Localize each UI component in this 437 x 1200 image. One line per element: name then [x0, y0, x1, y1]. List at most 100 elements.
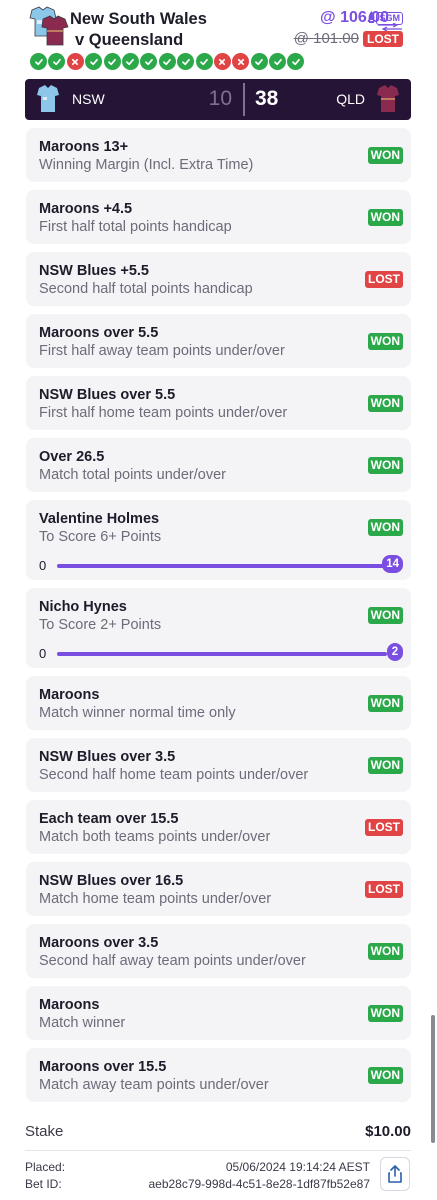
- progress-track: [57, 652, 387, 656]
- bet-leg-card[interactable]: NSW Blues over 16.5 Match home team point…: [26, 862, 411, 916]
- original-odds: @ 101.00: [293, 30, 359, 47]
- leg-progress: 0 14: [39, 546, 403, 582]
- progress-min: 0: [39, 646, 47, 661]
- leg-result-badge: LOST: [365, 819, 403, 836]
- nsw-jersey-icon: [37, 85, 59, 112]
- progress-value: 2: [387, 643, 403, 661]
- placed-label: Placed:: [25, 1160, 66, 1174]
- bet-id-label: Bet ID:: [25, 1177, 62, 1191]
- match-title-line2: v Queensland: [75, 31, 184, 49]
- bet-leg-card[interactable]: Over 26.5 Match total points under/over WO…: [26, 438, 411, 492]
- match-title: New South Wales v Queensland: [70, 9, 207, 51]
- leg-market: First half away team points under/over: [39, 343, 285, 359]
- leg-result-badge: LOST: [365, 271, 403, 288]
- leg-selection: NSW Blues +5.5: [39, 263, 149, 279]
- leg-won-icon: [103, 53, 121, 70]
- bet-leg-card[interactable]: Maroons Match winner normal time only WON: [26, 676, 411, 730]
- leg-selection: NSW Blues over 5.5: [39, 387, 176, 403]
- scrollbar-thumb[interactable]: [431, 1015, 435, 1143]
- leg-market: First half home team points under/over: [39, 405, 288, 421]
- leg-market: Match away team points under/over: [39, 1077, 269, 1093]
- bet-leg-card[interactable]: NSW Blues over 3.5 Second half home team …: [26, 738, 411, 792]
- progress-value: 14: [382, 555, 403, 573]
- leg-selection: Maroons over 3.5: [39, 935, 159, 951]
- match-title-line1: New South Wales: [70, 10, 207, 28]
- leg-won-icon: [250, 53, 268, 70]
- home-team-label: NSW: [72, 91, 105, 107]
- footer-divider: [25, 1150, 411, 1151]
- bet-leg-card[interactable]: Maroons Match winner WON: [26, 986, 411, 1040]
- leg-result-badge: WON: [367, 147, 403, 164]
- leg-lost-icon: [232, 53, 250, 70]
- team-jerseys: [26, 6, 69, 46]
- bet-leg-card[interactable]: NSW Blues over 5.5 First half home team p…: [26, 376, 411, 430]
- qld-jersey-icon: [41, 15, 69, 46]
- swap-arrows-icon: [378, 23, 402, 31]
- leg-selection: Maroons: [39, 687, 100, 703]
- leg-selection: NSW Blues over 16.5: [39, 873, 184, 889]
- leg-selection: Maroons over 15.5: [39, 1059, 167, 1075]
- leg-won-icon: [269, 53, 287, 70]
- stake-value: $10.00: [365, 1123, 411, 1140]
- leg-market: To Score 6+ Points: [39, 529, 162, 545]
- bet-id-value: aeb28c79-998d-4c51-8e28-1df87fb52e87: [148, 1177, 370, 1191]
- leg-result-badge: WON: [367, 943, 403, 960]
- leg-won-icon: [48, 53, 66, 70]
- leg-result-badge: WON: [367, 519, 403, 536]
- bet-leg-card[interactable]: Valentine Holmes To Score 6+ Points WON 0 14: [26, 500, 411, 580]
- leg-market: Match total points under/over: [39, 467, 226, 483]
- progress-fill: [57, 564, 387, 568]
- leg-result-badge: WON: [367, 695, 403, 712]
- leg-market: Match both teams points under/over: [39, 829, 271, 845]
- away-team-label: QLD: [336, 91, 365, 107]
- bet-leg-card[interactable]: Each team over 15.5 Match both teams poin…: [26, 800, 411, 854]
- share-button[interactable]: [380, 1157, 410, 1191]
- progress-track: [57, 564, 387, 568]
- leg-market: Second half total points handicap: [39, 281, 253, 297]
- stake-row: Stake $10.00: [25, 1120, 411, 1142]
- leg-result-badge: WON: [367, 333, 403, 350]
- bet-leg-card[interactable]: Maroons +4.5 First half total points hand…: [26, 190, 411, 244]
- leg-market: Second half home team points under/over: [39, 767, 309, 783]
- leg-won-icon: [30, 53, 47, 70]
- leg-selection: NSW Blues over 3.5: [39, 749, 176, 765]
- qld-jersey-icon: [377, 85, 399, 112]
- leg-result-badge: WON: [367, 1067, 403, 1084]
- away-team-score: 38: [255, 87, 279, 110]
- home-team-score: 10: [208, 87, 232, 110]
- leg-market: Winning Margin (Incl. Extra Time): [39, 157, 254, 173]
- bet-leg-card[interactable]: Nicho Hynes To Score 2+ Points WON 0 2: [26, 588, 411, 668]
- leg-market: To Score 2+ Points: [39, 617, 162, 633]
- progress-fill: [57, 652, 387, 656]
- leg-selection: Maroons over 5.5: [39, 325, 159, 341]
- leg-market: Second half away team points under/over: [39, 953, 306, 969]
- bet-leg-card[interactable]: Maroons over 15.5 Match away team points …: [26, 1048, 411, 1102]
- leg-selection: Maroons: [39, 997, 100, 1013]
- stake-label: Stake: [25, 1123, 64, 1140]
- leg-progress: 02: [39, 634, 403, 670]
- leg-won-icon: [85, 53, 103, 70]
- bet-legs-list: Maroons 13+ Winning Margin (Incl. Extra T…: [26, 128, 411, 1110]
- bet-status-badge: LOST: [363, 31, 403, 47]
- leg-selection: Valentine Holmes: [39, 511, 160, 527]
- leg-result-badge: WON: [367, 757, 403, 774]
- bet-header: New South Wales v Queensland @ 106.00 SG…: [0, 0, 437, 78]
- bet-leg-card[interactable]: NSW Blues +5.5 Second half total points h…: [26, 252, 411, 306]
- share-icon: [388, 1165, 402, 1183]
- leg-won-icon: [177, 53, 195, 70]
- leg-selection: Nicho Hynes: [39, 599, 127, 615]
- leg-result-badge: WON: [367, 209, 403, 226]
- leg-results-strip: [30, 53, 305, 70]
- leg-result-badge: WON: [367, 1005, 403, 1022]
- bet-leg-card[interactable]: Maroons over 5.5 First half away team poi…: [26, 314, 411, 368]
- leg-selection: Over 26.5: [39, 449, 105, 465]
- leg-selection: Maroons +4.5: [39, 201, 133, 217]
- scoreboard: NSW 10 38 QLD: [25, 79, 411, 120]
- bet-leg-card[interactable]: Maroons over 3.5 Second half away team po…: [26, 924, 411, 978]
- leg-market: First half total points handicap: [39, 219, 232, 235]
- placed-value: 05/06/2024 19:14:24 AEST: [225, 1160, 370, 1174]
- leg-won-icon: [195, 53, 213, 70]
- leg-won-icon: [158, 53, 176, 70]
- leg-won-icon: [140, 53, 158, 70]
- bet-leg-card[interactable]: Maroons 13+ Winning Margin (Incl. Extra T…: [26, 128, 411, 182]
